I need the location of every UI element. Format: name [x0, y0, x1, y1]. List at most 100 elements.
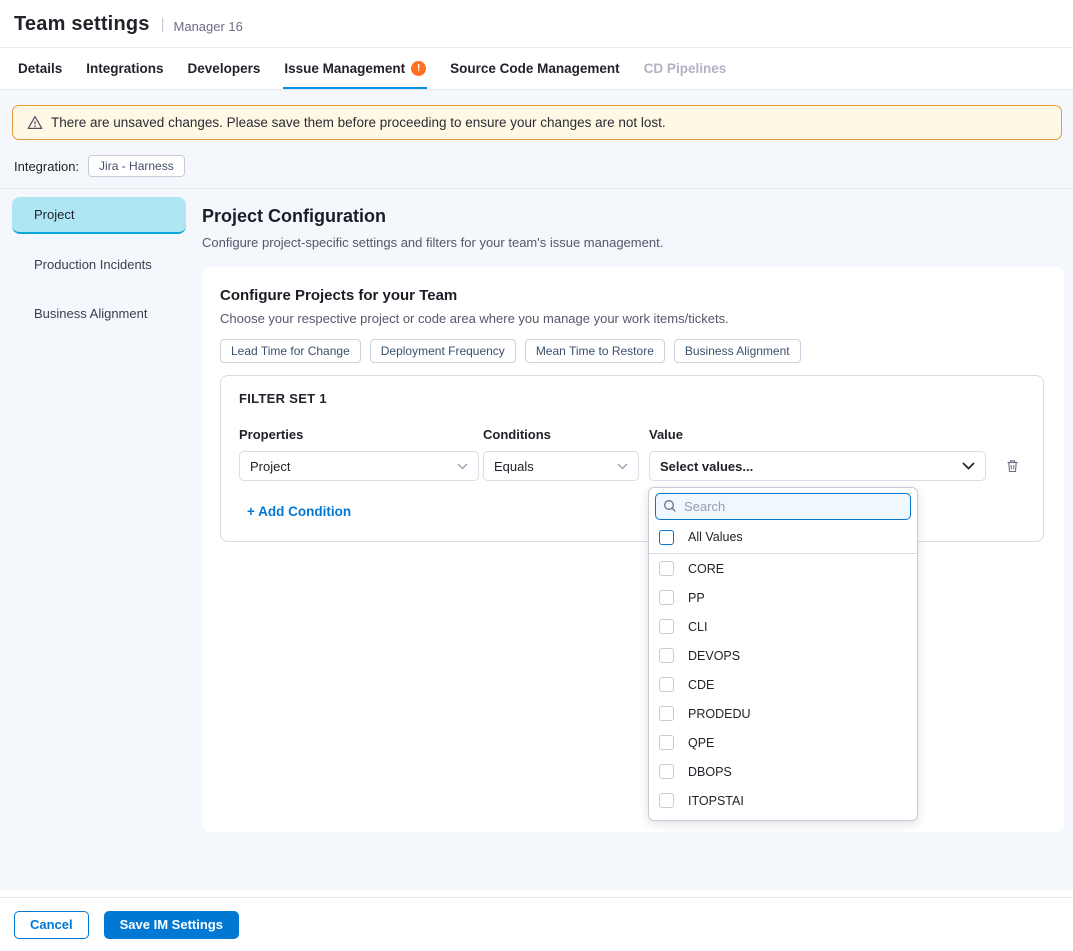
unsaved-changes-banner: There are unsaved changes. Please save t…: [12, 105, 1062, 140]
tab-source-code-management-label: Source Code Management: [450, 61, 620, 76]
tab-integrations-label: Integrations: [86, 61, 163, 76]
option-cde[interactable]: CDE: [649, 670, 917, 699]
sidebar-item-production-incidents-label: Production Incidents: [34, 257, 152, 272]
tab-details[interactable]: Details: [17, 61, 63, 89]
tag-deployment-frequency[interactable]: Deployment Frequency: [370, 339, 516, 363]
configure-projects-card: Configure Projects for your Team Choose …: [202, 267, 1064, 832]
option-label: CORE: [688, 562, 724, 576]
metric-tags-row: Lead Time for Change Deployment Frequenc…: [220, 339, 1046, 363]
option-checkbox[interactable]: [659, 706, 674, 721]
title-separator: |: [161, 16, 165, 33]
option-devops[interactable]: DEVOPS: [649, 641, 917, 670]
page-header: Team settings | Manager 16: [0, 0, 1073, 48]
conditions-column-header: Conditions: [483, 427, 649, 442]
tab-integrations[interactable]: Integrations: [85, 61, 164, 89]
settings-content-region: There are unsaved changes. Please save t…: [0, 90, 1073, 890]
filter-set-1: FILTER SET 1 Properties Conditions Value…: [220, 375, 1044, 542]
option-label: DBOPS: [688, 765, 732, 779]
option-core[interactable]: CORE: [649, 554, 917, 583]
option-itopstai[interactable]: ITOPSTAI: [649, 786, 917, 815]
dropdown-search-wrap: [649, 488, 917, 524]
add-condition-button[interactable]: + Add Condition: [247, 504, 351, 519]
tab-developers-label: Developers: [188, 61, 261, 76]
tag-business-alignment[interactable]: Business Alignment: [674, 339, 801, 363]
sidebar-item-production-incidents[interactable]: Production Incidents: [12, 246, 186, 283]
tab-developers[interactable]: Developers: [187, 61, 262, 89]
option-prodedu[interactable]: PRODEDU: [649, 699, 917, 728]
option-label: PRODEDU: [688, 707, 751, 721]
option-checkbox[interactable]: [659, 677, 674, 692]
option-checkbox[interactable]: [659, 735, 674, 750]
save-im-settings-button[interactable]: Save IM Settings: [104, 911, 239, 939]
option-qpe[interactable]: QPE: [649, 728, 917, 757]
option-label: ITOPSTAI: [688, 794, 744, 808]
tab-cd-pipelines-label: CD Pipelines: [644, 61, 727, 76]
content-row: Project Production Incidents Business Al…: [0, 188, 1073, 832]
value-select-placeholder: Select values...: [660, 459, 753, 474]
tab-details-label: Details: [18, 61, 62, 76]
option-checkbox[interactable]: [659, 590, 674, 605]
sidebar-item-project[interactable]: Project: [12, 197, 186, 234]
conditions-select[interactable]: Equals: [483, 451, 639, 481]
sidebar-item-business-alignment[interactable]: Business Alignment: [12, 295, 186, 332]
card-subtitle: Choose your respective project or code a…: [220, 311, 1046, 326]
footer-actions: Cancel Save IM Settings: [0, 897, 1073, 951]
card-title: Configure Projects for your Team: [220, 287, 1046, 304]
chevron-down-icon: [617, 463, 628, 470]
option-cli[interactable]: CLI: [649, 612, 917, 641]
all-values-label: All Values: [688, 530, 743, 544]
tab-cd-pipelines: CD Pipelines: [643, 61, 728, 89]
option-label: CDE: [688, 678, 714, 692]
chevron-down-icon: [962, 462, 975, 470]
tab-issue-management[interactable]: Issue Management !: [283, 61, 427, 89]
section-subtitle: Configure project-specific settings and …: [202, 235, 1064, 250]
value-multiselect[interactable]: Select values...: [649, 451, 986, 481]
page-title: Team settings: [14, 13, 150, 36]
option-pp[interactable]: PP: [649, 583, 917, 612]
integration-chip[interactable]: Jira - Harness: [88, 155, 185, 177]
sidebar-item-project-label: Project: [34, 207, 74, 222]
value-column-header: Value: [649, 427, 986, 442]
option-checkbox[interactable]: [659, 764, 674, 779]
tab-source-code-management[interactable]: Source Code Management: [449, 61, 621, 89]
tag-lead-time-for-change[interactable]: Lead Time for Change: [220, 339, 361, 363]
filter-column-headers: Properties Conditions Value: [239, 427, 1025, 442]
settings-tabbar: Details Integrations Developers Issue Ma…: [0, 48, 1073, 90]
tab-issue-management-label: Issue Management: [284, 61, 405, 76]
option-checkbox[interactable]: [659, 561, 674, 576]
option-dbops[interactable]: DBOPS: [649, 757, 917, 786]
filter-condition-row: Project Equals Select valu: [239, 451, 1025, 481]
unsaved-warning-badge: !: [411, 61, 426, 76]
properties-select[interactable]: Project: [239, 451, 479, 481]
banner-wrap: There are unsaved changes. Please save t…: [0, 90, 1073, 140]
option-label: PP: [688, 591, 705, 605]
option-checkbox[interactable]: [659, 648, 674, 663]
tag-mean-time-to-restore[interactable]: Mean Time to Restore: [525, 339, 665, 363]
all-values-checkbox[interactable]: [659, 530, 674, 545]
team-name-label: Manager 16: [174, 16, 243, 34]
value-dropdown-panel: All Values CORE PP CLI: [648, 487, 918, 821]
option-checkbox[interactable]: [659, 793, 674, 808]
banner-text: There are unsaved changes. Please save t…: [51, 115, 666, 130]
properties-select-value: Project: [250, 459, 290, 474]
cancel-button[interactable]: Cancel: [14, 911, 89, 939]
properties-column-header: Properties: [239, 427, 483, 442]
dropdown-search-input[interactable]: [655, 493, 911, 520]
section-title: Project Configuration: [202, 206, 1064, 227]
chevron-down-icon: [457, 463, 468, 470]
option-label: QPE: [688, 736, 714, 750]
option-checkbox[interactable]: [659, 619, 674, 634]
option-all-values[interactable]: All Values: [649, 524, 917, 550]
option-label: DEVOPS: [688, 649, 740, 663]
sidebar-item-business-alignment-label: Business Alignment: [34, 306, 147, 321]
filter-set-title: FILTER SET 1: [239, 391, 1025, 406]
warning-triangle-icon: [27, 115, 43, 130]
option-label: CLI: [688, 620, 707, 634]
delete-condition-button[interactable]: [1005, 458, 1020, 474]
integration-label: Integration:: [14, 159, 79, 174]
option-pipe[interactable]: PIPE: [649, 815, 917, 821]
search-icon: [663, 499, 677, 518]
integration-row: Integration: Jira - Harness: [0, 140, 1073, 188]
main-panel: Project Configuration Configure project-…: [186, 189, 1073, 832]
section-sidebar: Project Production Incidents Business Al…: [0, 189, 186, 832]
